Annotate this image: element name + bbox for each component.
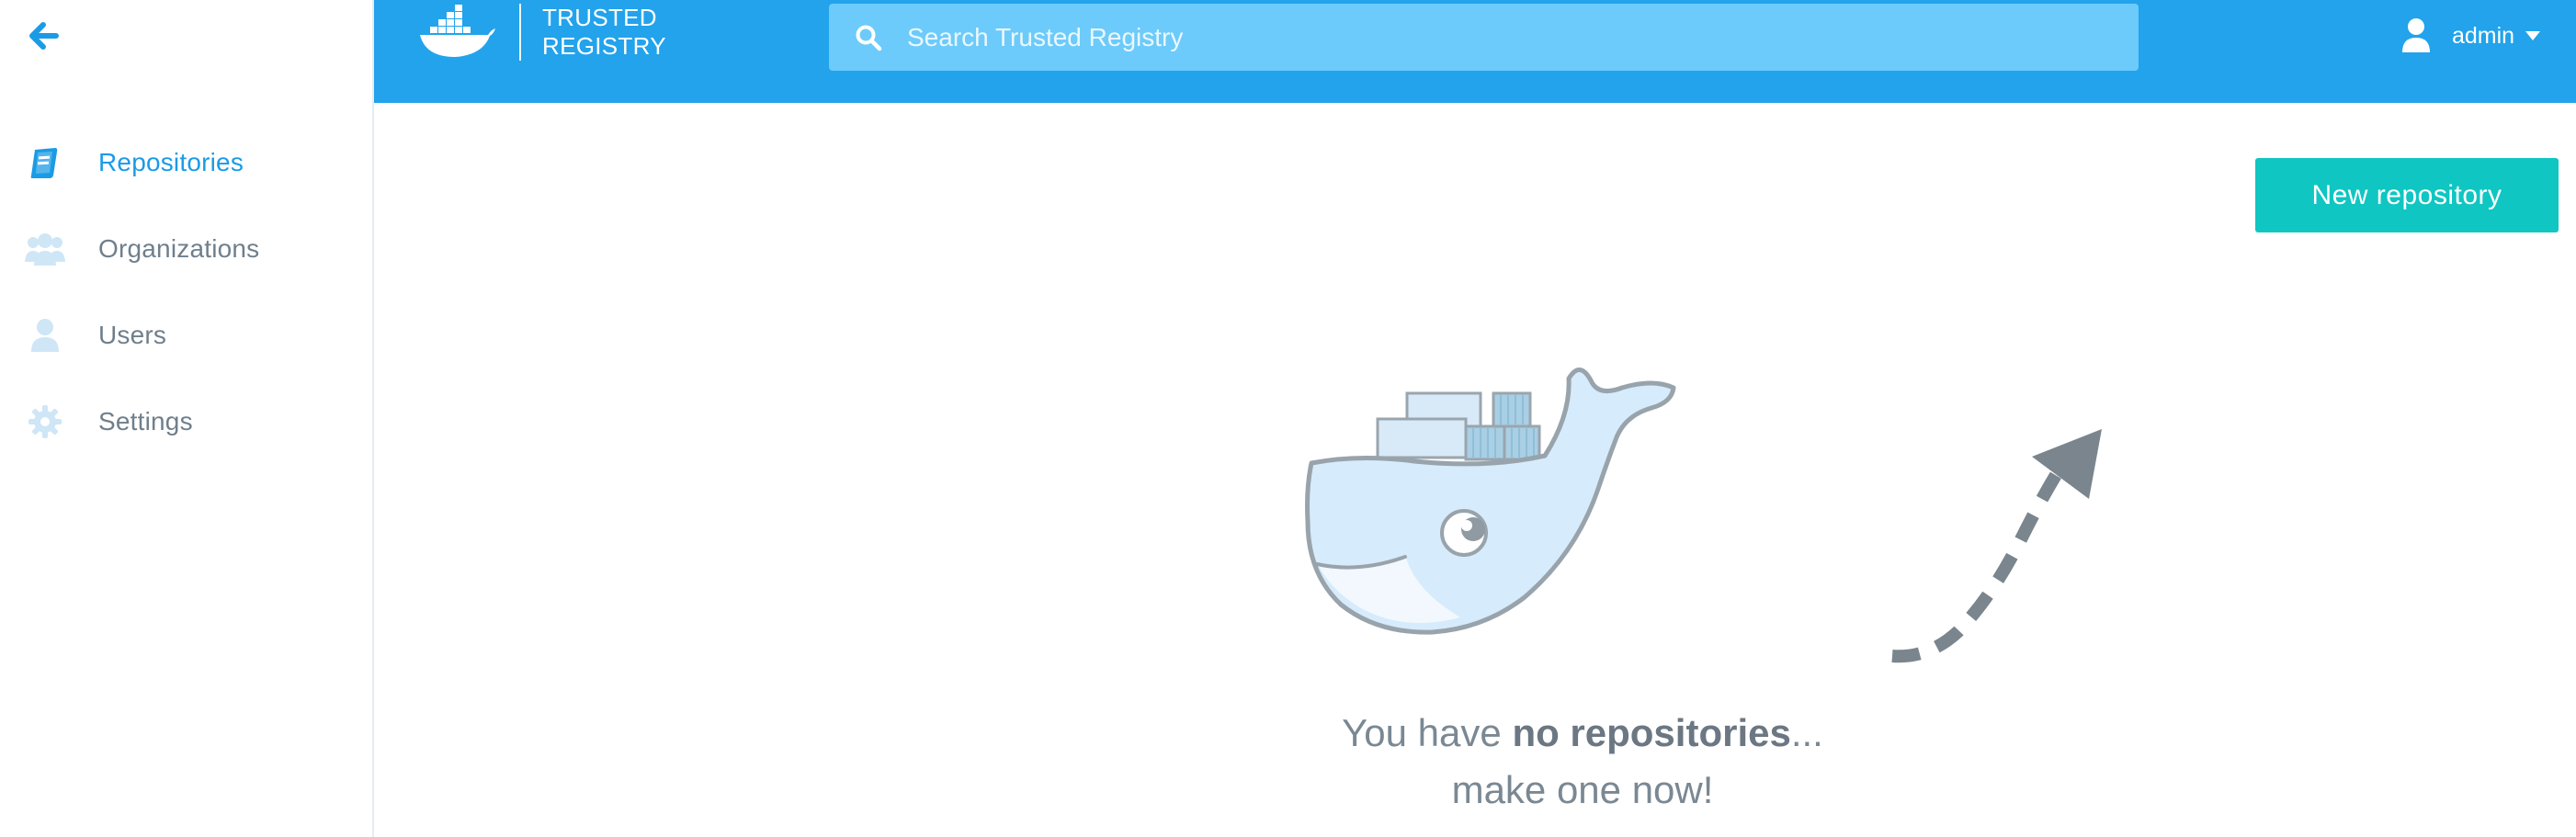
empty-state-emphasis: no repositories xyxy=(1512,711,1791,754)
back-button[interactable] xyxy=(20,13,66,59)
back-arrow-icon xyxy=(29,22,59,50)
gear-icon xyxy=(22,399,68,445)
dashed-arrow-illustration xyxy=(1891,429,2102,663)
docker-whale-illustration xyxy=(1305,368,1676,635)
group-icon xyxy=(22,226,68,272)
product-name-line1: TRUSTED xyxy=(542,4,657,31)
sidebar-item-label: Organizations xyxy=(98,234,260,263)
empty-state-line2: make one now! xyxy=(1451,768,1714,811)
sidebar-item-label: Repositories xyxy=(98,148,244,176)
product-name: TRUSTED REGISTRY xyxy=(542,4,666,61)
empty-state-message: You have no repositories... make one now… xyxy=(1201,705,1964,819)
logo-divider xyxy=(519,4,521,61)
search-input[interactable] xyxy=(907,4,2102,71)
user-menu[interactable]: admin xyxy=(2400,13,2541,59)
empty-state-suffix: ... xyxy=(1790,711,1823,754)
search-icon xyxy=(856,25,882,51)
empty-state-line1: You have no repositories... xyxy=(1201,705,1964,762)
sidebar-item-label: Settings xyxy=(98,407,193,435)
sidebar-item-users[interactable]: Users xyxy=(0,292,372,379)
product-name-line2: REGISTRY xyxy=(542,32,666,60)
docker-logo-icon[interactable] xyxy=(418,4,497,61)
main-content: New repository You have no repositories.… xyxy=(374,103,2576,837)
user-icon xyxy=(22,312,68,358)
empty-state-prefix: You have xyxy=(1342,711,1513,754)
sidebar-item-label: Users xyxy=(98,321,167,349)
sidebar-item-organizations[interactable]: Organizations xyxy=(0,206,372,292)
sidebar: Repositories Organizations Users Setting… xyxy=(0,0,374,837)
search-bar xyxy=(829,4,2139,71)
top-header: TRUSTED REGISTRY admin xyxy=(374,0,2576,103)
new-repository-button[interactable]: New repository xyxy=(2255,158,2559,232)
chevron-down-icon xyxy=(2525,31,2541,40)
book-icon xyxy=(22,140,68,186)
username: admin xyxy=(2452,22,2515,49)
sidebar-nav: Repositories Organizations Users Setting… xyxy=(0,119,372,465)
sidebar-item-repositories[interactable]: Repositories xyxy=(0,119,372,206)
sidebar-item-settings[interactable]: Settings xyxy=(0,379,372,465)
user-avatar-icon xyxy=(2402,18,2430,52)
